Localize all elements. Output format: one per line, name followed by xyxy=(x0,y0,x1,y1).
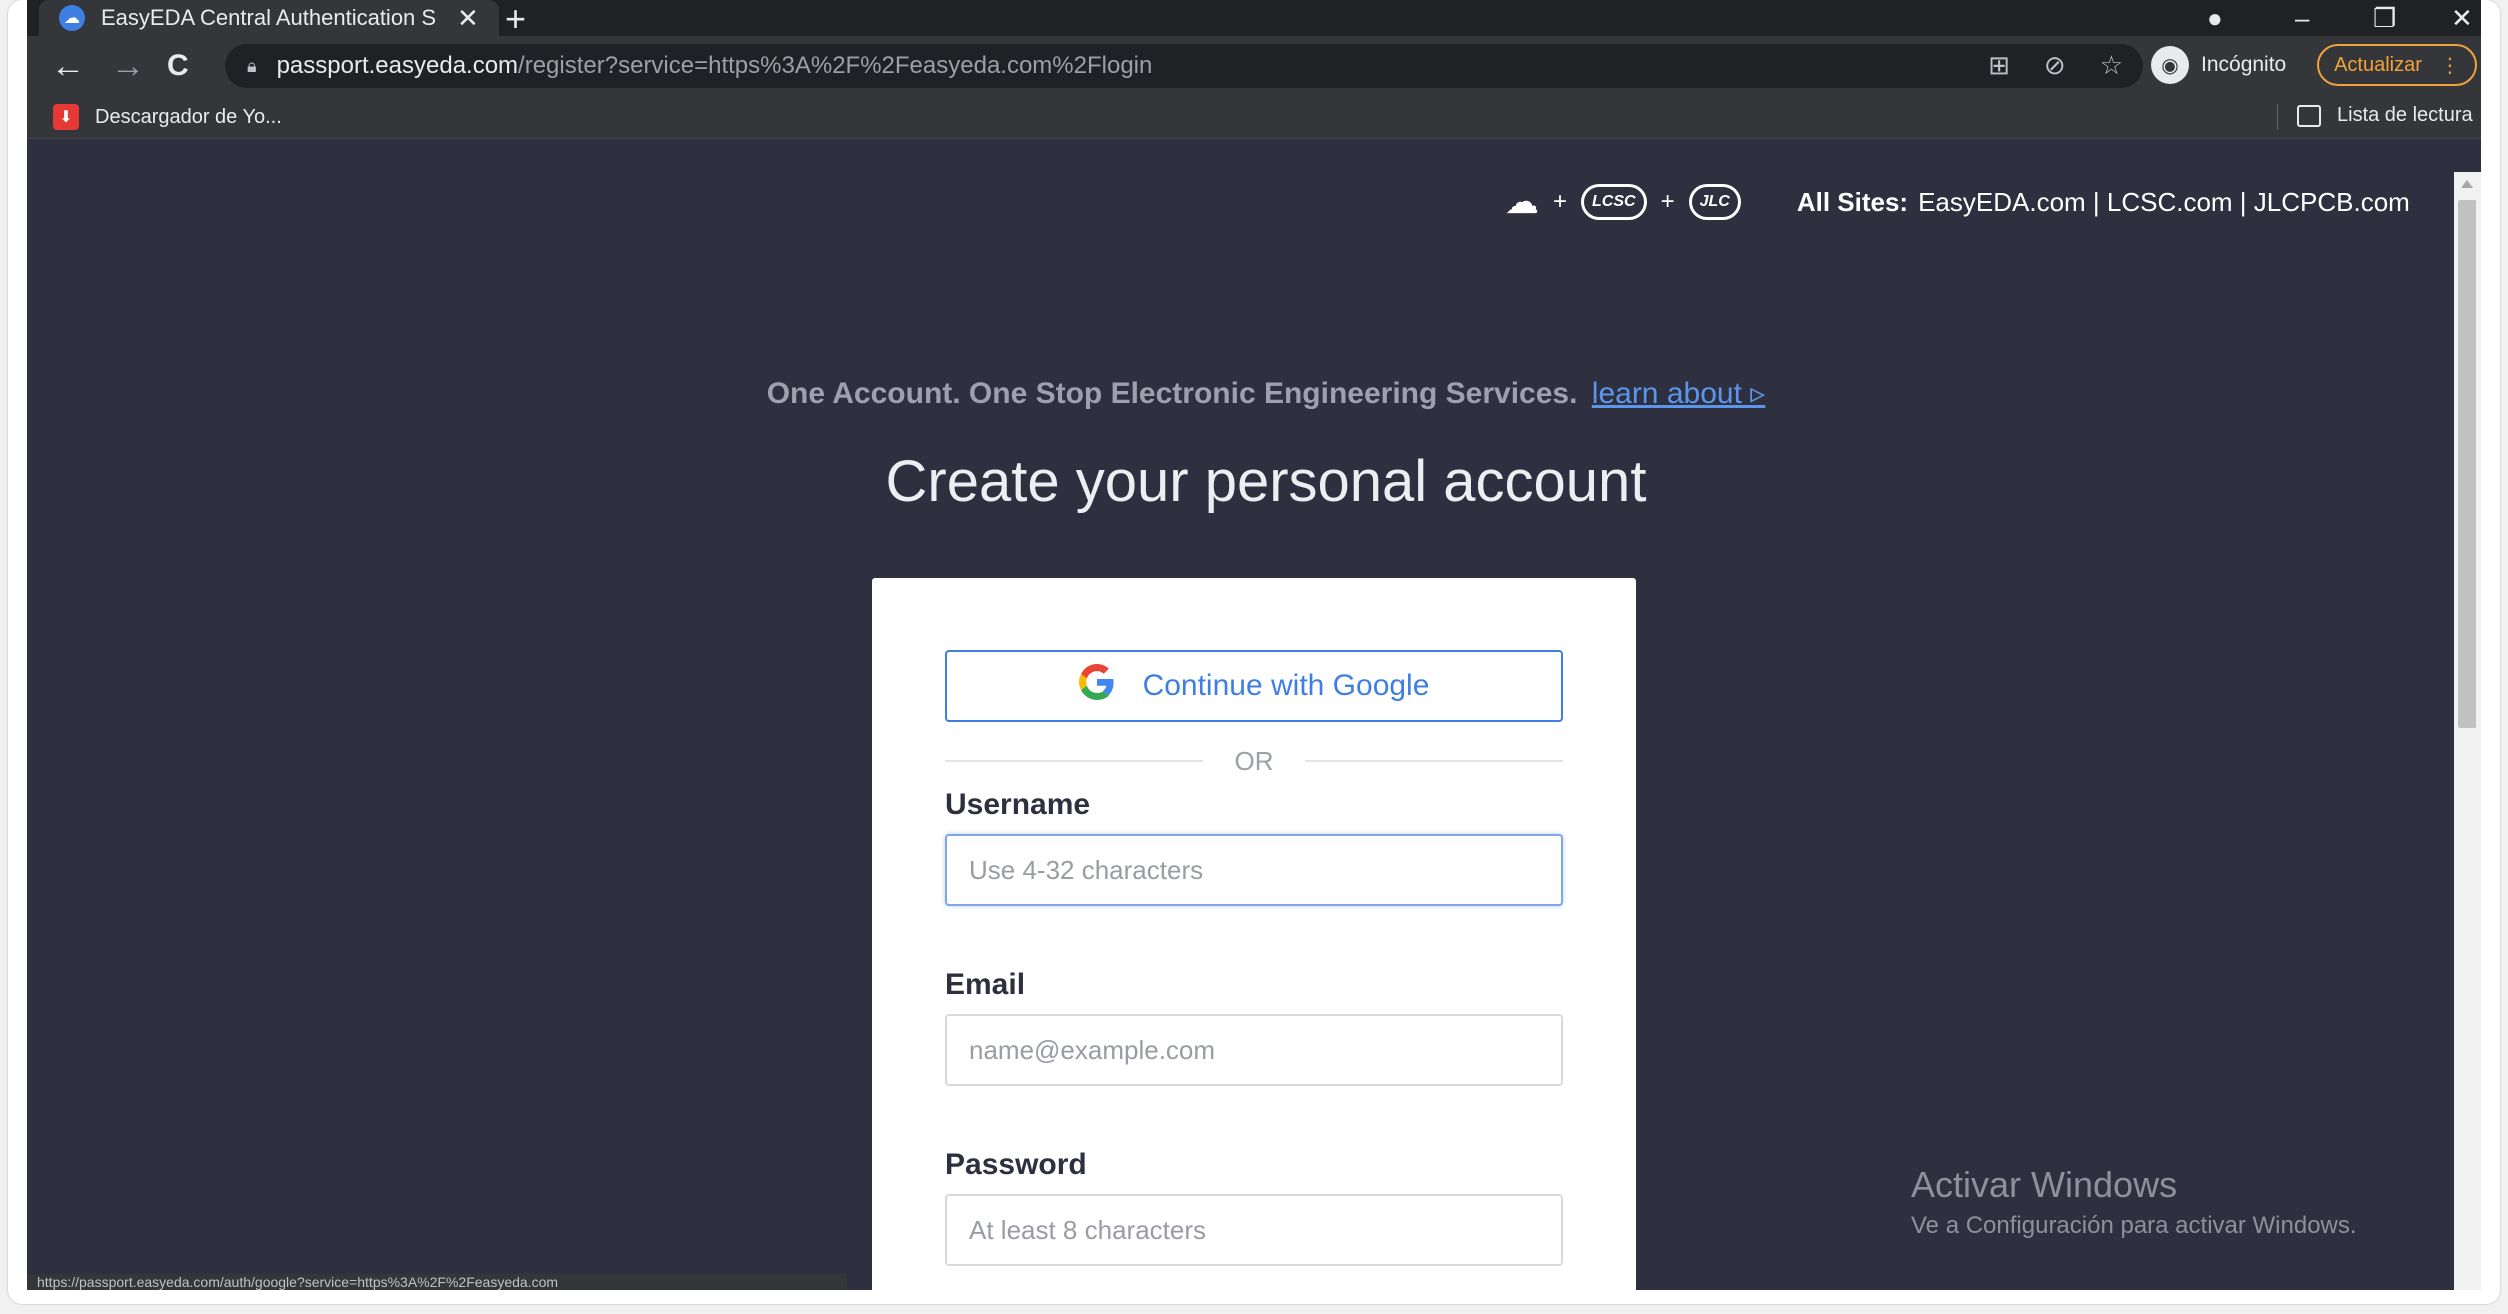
plus-icon: + xyxy=(1553,188,1568,215)
download-icon: ⬇ xyxy=(53,104,79,130)
incognito-indicator[interactable]: ◉ Incógnito xyxy=(2151,46,2286,84)
address-bar[interactable]: 🔒︎ passport.easyeda.com /register?servic… xyxy=(225,44,2143,88)
browser-window: ☁ EasyEDA Central Authentication S ✕ + ●… xyxy=(27,0,2481,1290)
or-line-right xyxy=(1305,760,1563,762)
translate-icon[interactable]: ⊞ xyxy=(1988,50,2010,81)
google-logo-icon xyxy=(1078,663,1115,709)
new-tab-button[interactable]: + xyxy=(505,0,526,40)
easyeda-cloud-icon: ☁ xyxy=(59,5,85,31)
lcsc-logo[interactable]: LCSC xyxy=(1581,184,1647,220)
scroll-thumb[interactable] xyxy=(2458,200,2476,728)
kebab-menu-icon: ⋮ xyxy=(2439,54,2460,77)
username-input[interactable] xyxy=(945,834,1563,906)
link-status-bar: https://passport.easyeda.com/auth/google… xyxy=(27,1274,847,1290)
incognito-icon: ◉ xyxy=(2151,46,2189,84)
site-logos: ☁ + LCSC + JLC xyxy=(1505,182,1741,222)
bookmark-star-icon[interactable]: ☆ xyxy=(2100,50,2123,81)
watermark-title: Activar Windows xyxy=(1911,1164,2178,1205)
username-label: Username xyxy=(945,788,1091,821)
update-label: Actualizar xyxy=(2334,53,2422,76)
tracking-off-icon[interactable]: ⊘ xyxy=(2044,50,2066,81)
reload-button[interactable]: C xyxy=(167,46,189,86)
tab-close-icon[interactable]: ✕ xyxy=(457,3,479,34)
page-scrollbar[interactable] xyxy=(2454,172,2481,1290)
page-content: ☁ + LCSC + JLC All Sites: EasyEDA.com | … xyxy=(27,172,2481,1290)
close-window-button[interactable]: ✕ xyxy=(2451,0,2473,36)
scroll-up-icon[interactable] xyxy=(2461,180,2473,188)
update-button[interactable]: Actualizar ⋮ xyxy=(2317,44,2477,86)
tagline-text: One Account. One Stop Electronic Enginee… xyxy=(766,377,1578,410)
watermark-subtitle: Ve a Configuración para activar Windows. xyxy=(1911,1212,2357,1239)
email-label: Email xyxy=(945,968,1026,1001)
email-input[interactable] xyxy=(945,1014,1563,1086)
password-label: Password xyxy=(945,1148,1087,1181)
url-host: passport.easyeda.com xyxy=(276,52,519,79)
page-title: Create your personal account xyxy=(885,449,1647,514)
minimize-button[interactable]: – xyxy=(2295,0,2309,36)
bookmarks-divider xyxy=(2277,104,2278,130)
password-input[interactable] xyxy=(945,1194,1563,1266)
tab-easyeda[interactable]: ☁ EasyEDA Central Authentication S ✕ xyxy=(39,0,499,36)
tab-strip: ☁ EasyEDA Central Authentication S ✕ + ●… xyxy=(27,0,2481,39)
all-sites-header: ☁ + LCSC + JLC All Sites: EasyEDA.com | … xyxy=(1505,182,2410,222)
bookmark-label: Descargador de Yo... xyxy=(95,105,282,128)
google-button-label: Continue with Google xyxy=(1142,669,1430,702)
lock-icon[interactable]: 🔒︎ xyxy=(247,56,257,77)
restore-button[interactable]: ❐ xyxy=(2373,0,2396,36)
profile-menu-icon[interactable]: ● xyxy=(2207,0,2223,36)
plus-icon: + xyxy=(1660,188,1675,215)
easyeda-cloud-icon[interactable]: ☁ xyxy=(1505,182,1539,222)
jlc-logo[interactable]: JLC xyxy=(1688,184,1741,220)
continue-with-google-button[interactable]: Continue with Google xyxy=(945,650,1563,722)
address-bar-icons: ⊞ ⊘ ☆ xyxy=(1988,50,2123,81)
reading-list-button[interactable]: Lista de lectura xyxy=(2297,104,2473,127)
all-sites-links[interactable]: EasyEDA.com | LCSC.com | JLCPCB.com xyxy=(1918,187,2410,218)
incognito-label: Incógnito xyxy=(2201,53,2287,76)
bookmarks-bar: ⬇ Descargador de Yo... Lista de lectura xyxy=(27,96,2481,139)
tab-title: EasyEDA Central Authentication S xyxy=(101,5,437,30)
register-card: Continue with Google OR Username Email P… xyxy=(872,578,1636,1290)
browser-toolbar: ← → C 🔒︎ passport.easyeda.com /register?… xyxy=(27,36,2481,96)
reading-list-icon xyxy=(2297,104,2321,127)
bookmark-item[interactable]: ⬇ Descargador de Yo... xyxy=(53,104,282,130)
back-button[interactable]: ← xyxy=(51,46,85,86)
url-path: /register?service=https%3A%2F%2Feasyeda.… xyxy=(518,52,1153,79)
tagline: One Account. One Stop Electronic Enginee… xyxy=(27,376,2481,411)
learn-about-link[interactable]: learn about ▹ xyxy=(1592,377,1766,410)
or-divider: OR xyxy=(945,746,1563,776)
all-sites-label: All Sites: xyxy=(1796,186,1909,217)
windows-activation-watermark: Activar Windows Ve a Configuración para … xyxy=(1911,1164,2357,1240)
forward-button[interactable]: → xyxy=(111,46,145,86)
reading-list-label: Lista de lectura xyxy=(2337,104,2473,126)
